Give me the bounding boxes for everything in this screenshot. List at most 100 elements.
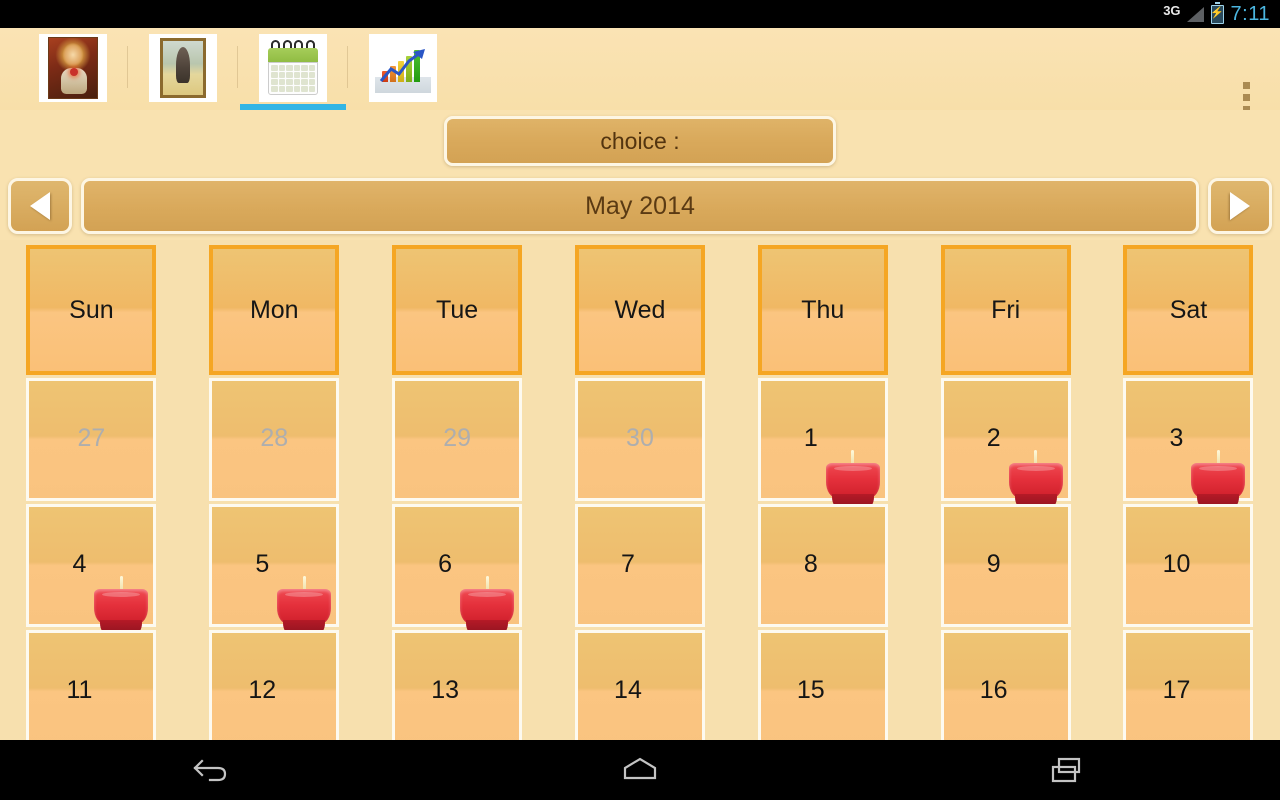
next-month-button[interactable] xyxy=(1208,178,1272,234)
calendar-cell-wrap: 16 xyxy=(914,627,1097,740)
calendar-day-cell[interactable]: 15 xyxy=(757,630,888,740)
calendar-day-cell[interactable]: 10 xyxy=(1123,504,1254,627)
calendar-cell-wrap: 11 xyxy=(0,627,183,740)
calendar-day-cell[interactable]: 16 xyxy=(940,630,1071,740)
calendar-day-number: 12 xyxy=(248,676,277,704)
calendar-cell-wrap: 6 xyxy=(366,501,549,635)
calendar-day-cell[interactable]: 2 xyxy=(940,378,1071,509)
nav-recents-button[interactable] xyxy=(853,740,1280,800)
calendar-day-cell[interactable]: 29 xyxy=(392,378,523,501)
calendar-cell-wrap: 12 xyxy=(183,627,366,740)
choice-button[interactable]: choice : xyxy=(444,116,836,166)
month-navigation-bar: May 2014 xyxy=(0,172,1280,240)
calendar-cell-wrap: 28 xyxy=(183,375,366,501)
calendar-day-number: 30 xyxy=(626,424,654,452)
calendar-day-number: 9 xyxy=(986,550,1001,578)
calendar-day-number: 15 xyxy=(796,676,825,704)
calendar-cell-wrap: 15 xyxy=(731,627,914,740)
calendar-cell-wrap: 1 xyxy=(731,375,914,509)
calendar-cell-wrap: 14 xyxy=(549,627,732,740)
calendar-cell-wrap: 3 xyxy=(1097,375,1280,509)
calendar-day-number: 27 xyxy=(77,424,106,452)
calendar-day-cell[interactable]: 13 xyxy=(392,630,523,740)
calendar-week-row: 27 28 29 30 1 2 3 xyxy=(0,375,1280,509)
day-header-mon[interactable]: Mon xyxy=(209,245,340,375)
calendar-day-number: 17 xyxy=(1162,676,1191,704)
calendar-cell-wrap: 29 xyxy=(366,375,549,501)
status-bar: 3G ⚡ 7:11 xyxy=(0,0,1280,28)
day-header-wed[interactable]: Wed xyxy=(574,245,705,375)
recent-apps-icon xyxy=(1051,757,1080,783)
calendar-day-number: 28 xyxy=(260,424,289,452)
calendar-grid: Sun Mon Tue Wed Thu Fri Sat 27 28 29 30 1 2 3 4… xyxy=(0,240,1280,740)
day-header-sun[interactable]: Sun xyxy=(26,245,157,375)
calendar-cell-wrap: 30 xyxy=(549,375,732,501)
calendar-day-cell[interactable]: 9 xyxy=(940,504,1071,627)
calendar-day-number: 4 xyxy=(72,550,87,578)
calendar-cell-wrap: 8 xyxy=(731,501,914,627)
calendar-day-cell[interactable]: 11 xyxy=(26,630,157,740)
clock-label: 7:11 xyxy=(1230,3,1270,25)
calendar-day-cell[interactable]: 28 xyxy=(209,378,340,501)
calendar-day-cell[interactable]: 14 xyxy=(574,630,705,740)
calendar-day-cell[interactable]: 1 xyxy=(757,378,888,509)
charging-bolt-icon: ⚡ xyxy=(1210,6,1224,19)
day-of-week-header-row: Sun Mon Tue Wed Thu Fri Sat xyxy=(0,240,1280,375)
calendar-day-number: 1 xyxy=(803,424,818,452)
calendar-week-row: 11 12 13 14 15 16 17 xyxy=(0,627,1280,740)
calendar-day-number: 3 xyxy=(1169,424,1184,452)
previous-month-button[interactable] xyxy=(8,178,72,234)
day-header-sat[interactable]: Sat xyxy=(1123,245,1254,375)
bar-chart-growth-icon xyxy=(375,43,431,93)
month-title-label[interactable]: May 2014 xyxy=(81,178,1199,234)
calendar-day-cell[interactable]: 12 xyxy=(209,630,340,740)
calendar-day-cell[interactable]: 5 xyxy=(209,504,340,635)
tab-mary[interactable] xyxy=(128,28,238,110)
nav-back-button[interactable] xyxy=(0,740,427,800)
calendar-day-number: 2 xyxy=(986,424,1001,452)
calendar-day-number: 14 xyxy=(614,676,642,704)
calendar-cell-wrap: 7 xyxy=(549,501,732,627)
calendar-cell-wrap: 27 xyxy=(0,375,183,501)
calendar-day-cell[interactable]: 27 xyxy=(26,378,157,501)
calendar-cell-wrap: 17 xyxy=(1097,627,1280,740)
day-header-thu[interactable]: Thu xyxy=(757,245,888,375)
calendar-day-number: 13 xyxy=(431,676,460,704)
calendar-day-number: 8 xyxy=(803,550,818,578)
calendar-day-cell[interactable]: 3 xyxy=(1123,378,1254,509)
choice-strip: choice : xyxy=(0,110,1280,172)
calendar-day-number: 16 xyxy=(979,676,1008,704)
trend-arrow-icon xyxy=(379,49,425,82)
previous-month-arrow-icon xyxy=(30,192,50,220)
calendar-icon xyxy=(265,40,321,96)
calendar-cell-wrap: 5 xyxy=(183,501,366,635)
calendar-day-number: 10 xyxy=(1162,550,1191,578)
nav-home-button[interactable] xyxy=(427,740,854,800)
calendar-day-cell[interactable]: 4 xyxy=(26,504,157,635)
calendar-weeks: 27 28 29 30 1 2 3 4 5 6 7 8 9 10 11 12 13 14 15 16 17 xyxy=(0,375,1280,740)
calendar-cell-wrap: 9 xyxy=(914,501,1097,627)
calendar-day-cell[interactable]: 8 xyxy=(757,504,888,627)
tab-jesus[interactable] xyxy=(18,28,128,110)
tab-calendar[interactable] xyxy=(238,28,348,110)
day-header-tue[interactable]: Tue xyxy=(392,245,523,375)
calendar-day-number: 11 xyxy=(66,676,93,704)
calendar-day-number: 5 xyxy=(255,550,270,578)
calendar-day-number: 6 xyxy=(438,550,453,578)
network-type-label: 3G xyxy=(1163,2,1181,18)
calendar-cell-wrap: 2 xyxy=(914,375,1097,509)
day-header-fri[interactable]: Fri xyxy=(940,245,1071,375)
calendar-day-cell[interactable]: 17 xyxy=(1123,630,1254,740)
calendar-day-number: 29 xyxy=(443,424,472,452)
calendar-cell-wrap: 10 xyxy=(1097,501,1280,627)
calendar-day-cell[interactable]: 7 xyxy=(574,504,705,627)
jesus-portrait-icon xyxy=(48,37,98,99)
tab-stats[interactable] xyxy=(348,28,458,110)
tab-bar xyxy=(0,28,1280,113)
calendar-day-cell[interactable]: 6 xyxy=(392,504,523,635)
calendar-week-row: 4 5 6 7 8 9 10 xyxy=(0,501,1280,635)
battery-charging-icon: ⚡ xyxy=(1210,1,1224,24)
calendar-day-cell[interactable]: 30 xyxy=(574,378,705,501)
signal-strength-icon xyxy=(1186,6,1204,22)
calendar-day-number: 7 xyxy=(621,550,635,578)
